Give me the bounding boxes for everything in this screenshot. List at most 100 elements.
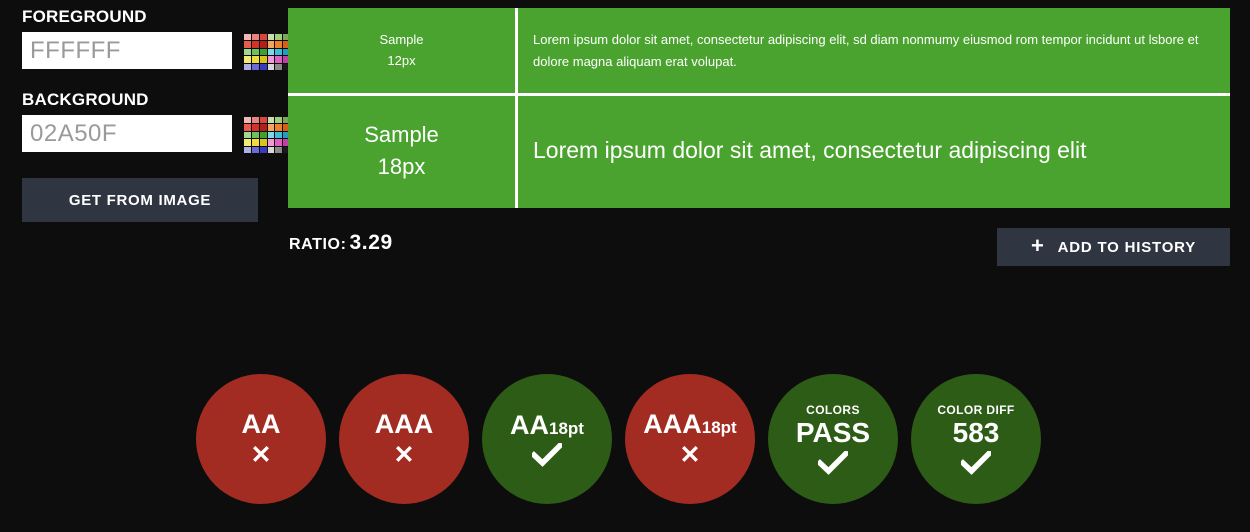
- palette-swatch[interactable]: [259, 146, 267, 153]
- palette-swatch[interactable]: [244, 146, 251, 153]
- badge-value: PASS: [795, 416, 871, 448]
- palette-swatch[interactable]: [244, 41, 251, 48]
- palette-swatch[interactable]: [275, 146, 283, 153]
- background-label: BACKGROUND: [22, 90, 149, 109]
- badge-title: AA: [241, 409, 281, 440]
- palette-swatch[interactable]: [275, 48, 283, 56]
- badge-aa-18pt[interactable]: AA18pt: [482, 374, 612, 504]
- palette-swatch[interactable]: [251, 56, 259, 63]
- badge-status-mark: [532, 443, 562, 468]
- palette-swatch[interactable]: [275, 139, 283, 146]
- badge-status-mark: [961, 451, 991, 476]
- badge-status-mark: [818, 451, 848, 476]
- lorem-large-text: Lorem ipsum dolor sit amet, consectetur …: [533, 137, 1087, 163]
- palette-swatch[interactable]: [251, 117, 259, 124]
- preview-row-small: Sample 12px Lorem ipsum dolor sit amet, …: [288, 8, 1230, 93]
- sample-large-line2: 18px: [377, 153, 426, 179]
- x-mark-icon: ✕: [250, 440, 272, 469]
- palette-swatch[interactable]: [267, 139, 275, 146]
- background-input-row: [22, 115, 290, 153]
- sample-small-line2: 12px: [387, 52, 416, 68]
- check-mark: [818, 451, 848, 476]
- badge-color-diff[interactable]: COLOR DIFF 583: [911, 374, 1041, 504]
- ratio-value: 3.29: [349, 231, 393, 254]
- get-from-image-button[interactable]: GET FROM IMAGE: [22, 178, 258, 222]
- x-mark-icon: ✕: [679, 440, 701, 469]
- palette-swatch[interactable]: [244, 131, 251, 139]
- add-to-history-button[interactable]: + ADD TO HISTORY: [997, 228, 1230, 266]
- palette-swatch[interactable]: [244, 124, 251, 131]
- palette-swatch[interactable]: [267, 56, 275, 63]
- check-icon: [818, 451, 848, 476]
- badge-value: 583: [952, 416, 1000, 448]
- badge-status-mark: ✕: [394, 442, 415, 468]
- background-color-palette-icon[interactable]: [244, 117, 290, 153]
- check-mark: [961, 451, 991, 476]
- palette-swatch[interactable]: [259, 63, 267, 70]
- sample-large-cell: Sample 18px: [288, 93, 515, 208]
- palette-swatch[interactable]: [251, 124, 259, 131]
- palette-swatch[interactable]: [267, 131, 275, 139]
- palette-swatch[interactable]: [244, 63, 251, 70]
- palette-swatch[interactable]: [267, 117, 275, 124]
- foreground-color-palette-icon[interactable]: [244, 34, 290, 70]
- palette-swatch[interactable]: [267, 124, 275, 131]
- compliance-badge-row: AA ✕ AAA ✕ AA18pt AAA18pt ✕ COLORS PASS COLOR DIF…: [196, 374, 1041, 504]
- ratio-label: RATIO:: [289, 236, 347, 253]
- palette-swatch[interactable]: [267, 48, 275, 56]
- palette-swatch[interactable]: [259, 41, 267, 48]
- palette-swatch[interactable]: [251, 34, 259, 41]
- contrast-preview-panel: Sample 12px Lorem ipsum dolor sit amet, …: [288, 8, 1230, 208]
- badge-title: AAA: [374, 409, 434, 440]
- badge-title: AA18pt: [510, 409, 584, 440]
- palette-swatch[interactable]: [259, 56, 267, 63]
- palette-swatch[interactable]: [251, 63, 259, 70]
- badge-title: AAA18pt: [643, 409, 737, 440]
- badge-aaa[interactable]: AAA ✕: [339, 374, 469, 504]
- palette-swatch[interactable]: [251, 139, 259, 146]
- palette-swatch[interactable]: [259, 48, 267, 56]
- palette-swatch[interactable]: [275, 124, 283, 131]
- background-hex-input[interactable]: [22, 115, 232, 152]
- palette-swatch[interactable]: [251, 41, 259, 48]
- sample-small-cell: Sample 12px: [288, 8, 515, 93]
- palette-swatch[interactable]: [259, 124, 267, 131]
- palette-swatch[interactable]: [259, 34, 267, 41]
- contrast-checker-app: FOREGROUND BACKGROUND GET FROM IMAGE Sam…: [0, 0, 1250, 532]
- palette-swatch[interactable]: [275, 131, 283, 139]
- palette-swatch[interactable]: [244, 117, 251, 124]
- badge-aaa-18pt[interactable]: AAA18pt ✕: [625, 374, 755, 504]
- color-controls-panel: FOREGROUND BACKGROUND GET FROM IMAGE: [22, 8, 290, 222]
- plus-icon: +: [1030, 233, 1045, 258]
- palette-swatch[interactable]: [259, 117, 267, 124]
- palette-swatch[interactable]: [275, 63, 283, 70]
- palette-swatch[interactable]: [244, 48, 251, 56]
- contrast-ratio: RATIO: 3.29: [289, 231, 393, 255]
- palette-swatch[interactable]: [259, 139, 267, 146]
- check-mark: [532, 443, 562, 468]
- palette-swatch[interactable]: [275, 117, 283, 124]
- lorem-small-text: Lorem ipsum dolor sit amet, consectetur …: [533, 32, 1199, 69]
- badge-aa[interactable]: AA ✕: [196, 374, 326, 504]
- palette-swatch[interactable]: [244, 139, 251, 146]
- foreground-hex-input[interactable]: [22, 32, 232, 69]
- palette-swatch[interactable]: [259, 131, 267, 139]
- palette-swatch[interactable]: [267, 34, 275, 41]
- palette-swatch[interactable]: [275, 41, 283, 48]
- sample-small-line1: Sample: [379, 32, 424, 48]
- badge-colors[interactable]: COLORS PASS: [768, 374, 898, 504]
- palette-swatch[interactable]: [251, 131, 259, 139]
- palette-swatch[interactable]: [251, 48, 259, 56]
- badge-top-label: COLOR DIFF: [937, 402, 1015, 417]
- palette-swatch[interactable]: [275, 34, 283, 41]
- palette-swatch[interactable]: [267, 41, 275, 48]
- palette-swatch[interactable]: [267, 146, 275, 153]
- palette-swatch[interactable]: [244, 34, 251, 41]
- foreground-input-row: [22, 32, 290, 70]
- palette-swatch[interactable]: [275, 56, 283, 63]
- palette-swatch[interactable]: [244, 56, 251, 63]
- sample-large-line1: Sample: [364, 121, 439, 147]
- palette-swatch[interactable]: [267, 63, 275, 70]
- palette-swatch[interactable]: [251, 146, 259, 153]
- badge-top-label: COLORS: [806, 402, 860, 417]
